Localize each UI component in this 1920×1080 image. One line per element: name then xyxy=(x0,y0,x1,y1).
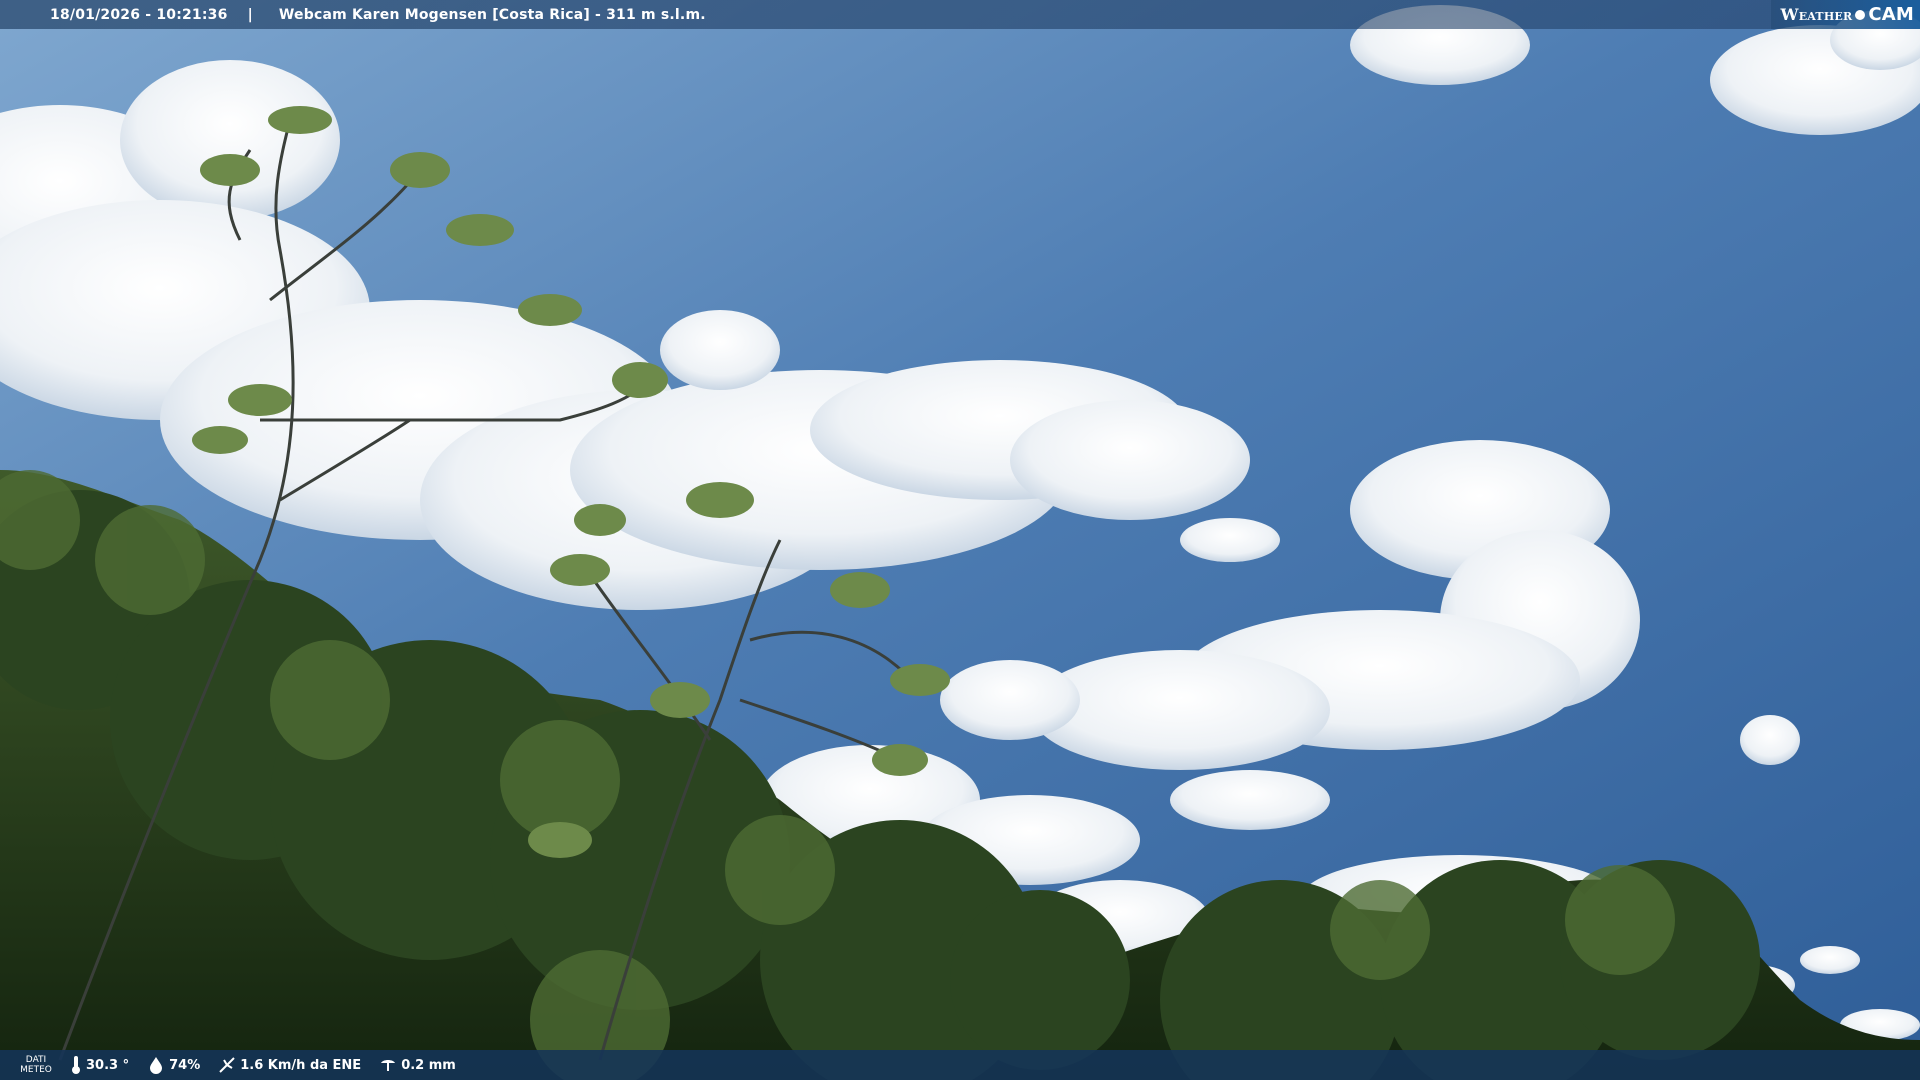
weather-data-bar: DATI METEO 30.3 ° 74% 1.6 Km/h da ENE 0.… xyxy=(0,1050,1920,1080)
thermometer-icon xyxy=(72,1056,80,1074)
weather-data-label: DATI METEO xyxy=(20,1055,52,1075)
timestamp: 18/01/2026 - 10:21:36 xyxy=(50,6,228,23)
wind-value: 1.6 Km/h da ENE xyxy=(240,1057,362,1073)
weathercam-logo: Weather CAM xyxy=(1770,0,1920,29)
title-bar: 18/01/2026 - 10:21:36 | Webcam Karen Mog… xyxy=(0,0,1920,29)
rain-gauge-icon xyxy=(381,1060,396,1071)
webcam-view: 18/01/2026 - 10:21:36 | Webcam Karen Mog… xyxy=(0,0,1920,1080)
temperature-value: 30.3 ° xyxy=(86,1057,130,1073)
logo-weather-text: Weather xyxy=(1780,5,1853,24)
webcam-title: Webcam Karen Mogensen [Costa Rica] - 311… xyxy=(278,6,706,23)
logo-dot-icon xyxy=(1855,9,1866,20)
rain-value: 0.2 mm xyxy=(401,1057,456,1073)
wind-icon xyxy=(219,1057,235,1073)
title-separator: | xyxy=(247,6,253,23)
temperature-reading: 30.3 ° xyxy=(70,1055,129,1075)
webcam-image xyxy=(0,0,1920,1080)
humidity-value: 74% xyxy=(169,1057,201,1073)
wind-reading: 1.6 Km/h da ENE xyxy=(218,1056,361,1074)
humidity-drop-icon xyxy=(150,1057,163,1074)
logo-cam-text: CAM xyxy=(1868,4,1914,25)
humidity-reading: 74% xyxy=(147,1056,200,1074)
rain-reading: 0.2 mm xyxy=(379,1056,456,1074)
